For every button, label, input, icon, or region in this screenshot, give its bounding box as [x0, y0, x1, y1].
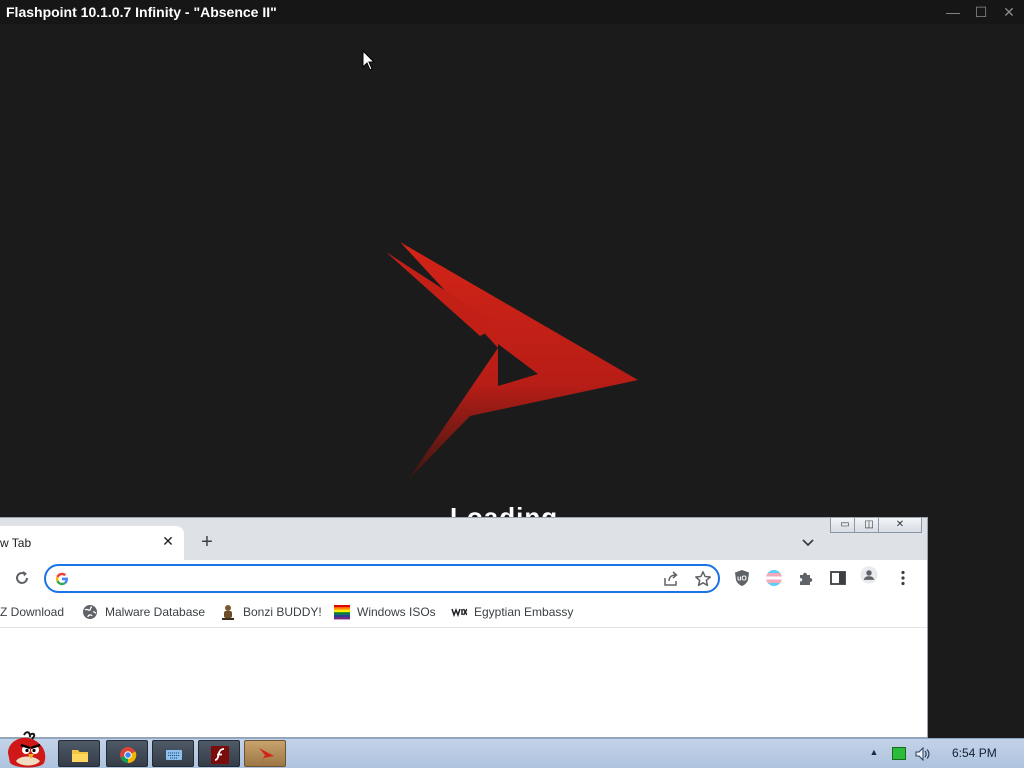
more-menu-icon[interactable]: [894, 569, 912, 587]
bookmark-egyptian-embassy[interactable]: Egyptian Embassy: [451, 604, 573, 622]
rainbow-flag-icon: [334, 605, 350, 620]
taskbar: ▲ 6:54 PM: [0, 731, 1024, 768]
extensions-puzzle-icon[interactable]: [797, 569, 815, 587]
bookmarks-bar: Z Download Malware Database Bonzi BUDDY!: [0, 596, 927, 628]
trans-flag-extension-icon[interactable]: [765, 569, 783, 587]
bookmark-bonzi-buddy[interactable]: Bonzi BUDDY!: [220, 604, 322, 622]
flashpoint-logo-icon: [386, 242, 638, 480]
bonzi-icon: [222, 605, 234, 620]
taskbar-chrome[interactable]: [106, 740, 148, 767]
taskbar-file-explorer[interactable]: [58, 740, 100, 767]
page-content-area[interactable]: [0, 629, 927, 737]
chrome-toolbar: uO: [0, 560, 927, 596]
tab-title: w Tab: [0, 536, 32, 550]
bookmark-label: Malware Database: [105, 605, 206, 619]
reload-icon[interactable]: [12, 568, 32, 588]
wix-icon: [451, 607, 467, 618]
globe-icon: [83, 605, 97, 619]
tab-search-chevron-icon[interactable]: [798, 532, 818, 552]
bookmark-label: Egyptian Embassy: [474, 605, 574, 619]
new-tab-button[interactable]: +: [196, 532, 218, 554]
side-panel-icon[interactable]: [829, 569, 847, 587]
ublock-origin-icon[interactable]: uO: [733, 569, 751, 587]
share-icon[interactable]: [662, 570, 680, 588]
bookmark-star-icon[interactable]: [694, 570, 712, 588]
folder-icon: [72, 750, 88, 762]
taskbar-keyboard[interactable]: [152, 740, 194, 767]
bookmark-z-download[interactable]: Z Download: [0, 604, 64, 622]
mouse-cursor-icon: [362, 50, 376, 71]
taskbar-flashpoint[interactable]: [244, 740, 286, 767]
tab-strip: w Tab ✕ + ▭ ◫ ✕: [0, 518, 927, 560]
bookmark-label: Windows ISOs: [357, 605, 436, 619]
address-input[interactable]: [76, 569, 656, 588]
chrome-window: w Tab ✕ + ▭ ◫ ✕ uO Z Download Malware Da…: [0, 517, 928, 738]
network-icon[interactable]: [892, 747, 906, 760]
bookmark-malware-database[interactable]: Malware Database: [82, 604, 205, 622]
taskbar-flash-player[interactable]: [198, 740, 240, 767]
bookmark-label: Z Download: [0, 605, 65, 619]
chrome-icon: [120, 747, 137, 764]
flashpoint-titlebar[interactable]: Flashpoint 10.1.0.7 Infinity - "Absence …: [0, 0, 1024, 24]
profile-avatar-icon[interactable]: [860, 566, 878, 584]
bookmark-windows-isos[interactable]: Windows ISOs: [334, 604, 436, 622]
volume-icon[interactable]: [914, 745, 932, 763]
tab-new-tab[interactable]: w Tab ✕: [0, 526, 184, 560]
system-clock[interactable]: 6:54 PM: [952, 746, 997, 760]
keyboard-icon: [166, 750, 182, 760]
address-bar[interactable]: [44, 564, 720, 593]
flash-icon: [211, 746, 229, 764]
flashpoint-icon: [259, 748, 274, 763]
google-icon: [55, 572, 68, 586]
bookmark-label: Bonzi BUDDY!: [243, 605, 322, 619]
minimize-button[interactable]: —: [942, 2, 964, 22]
start-button-angry-bird-icon[interactable]: [2, 731, 52, 768]
window-title: Flashpoint 10.1.0.7 Infinity - "Absence …: [6, 4, 277, 20]
close-button[interactable]: ✕: [998, 2, 1020, 22]
svg-text:uO: uO: [737, 576, 747, 583]
show-hidden-icons-button[interactable]: ▲: [868, 747, 880, 759]
chrome-close-button[interactable]: ✕: [878, 518, 922, 533]
tab-close-icon[interactable]: ✕: [160, 533, 176, 549]
maximize-button[interactable]: ☐: [970, 2, 992, 22]
